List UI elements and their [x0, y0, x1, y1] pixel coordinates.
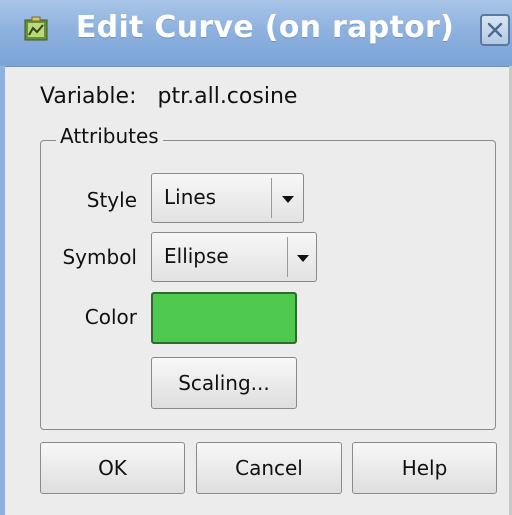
color-label: Color — [84, 305, 137, 329]
chevron-down-icon — [297, 255, 309, 262]
close-icon — [487, 22, 503, 38]
style-label: Style — [86, 188, 137, 212]
close-button[interactable] — [480, 14, 510, 46]
variable-line: Variable: ptr.all.cosine — [40, 84, 297, 109]
help-button[interactable]: Help — [352, 442, 497, 494]
edit-curve-dialog: Edit Curve (on raptor) Variable: ptr.all… — [0, 0, 512, 515]
attributes-group-title: Attributes — [56, 124, 163, 148]
style-combo-value: Lines — [164, 185, 217, 209]
cancel-button[interactable]: Cancel — [196, 442, 342, 494]
symbol-combo-value: Ellipse — [164, 244, 229, 268]
combo-separator — [287, 237, 288, 277]
window-title: Edit Curve (on raptor) — [75, 10, 455, 45]
title-bar[interactable]: Edit Curve (on raptor) — [0, 0, 512, 67]
color-swatch-button[interactable] — [151, 292, 297, 344]
style-combo[interactable]: Lines — [151, 173, 304, 223]
variable-value: ptr.all.cosine — [157, 84, 298, 109]
ok-button[interactable]: OK — [40, 442, 185, 494]
combo-separator — [271, 178, 272, 218]
scaling-button[interactable]: Scaling... — [151, 357, 297, 409]
variable-label: Variable: — [40, 84, 137, 109]
chevron-down-icon — [282, 196, 294, 203]
symbol-combo[interactable]: Ellipse — [151, 232, 317, 282]
symbol-label: Symbol — [62, 245, 137, 269]
window-border-left — [0, 66, 5, 515]
